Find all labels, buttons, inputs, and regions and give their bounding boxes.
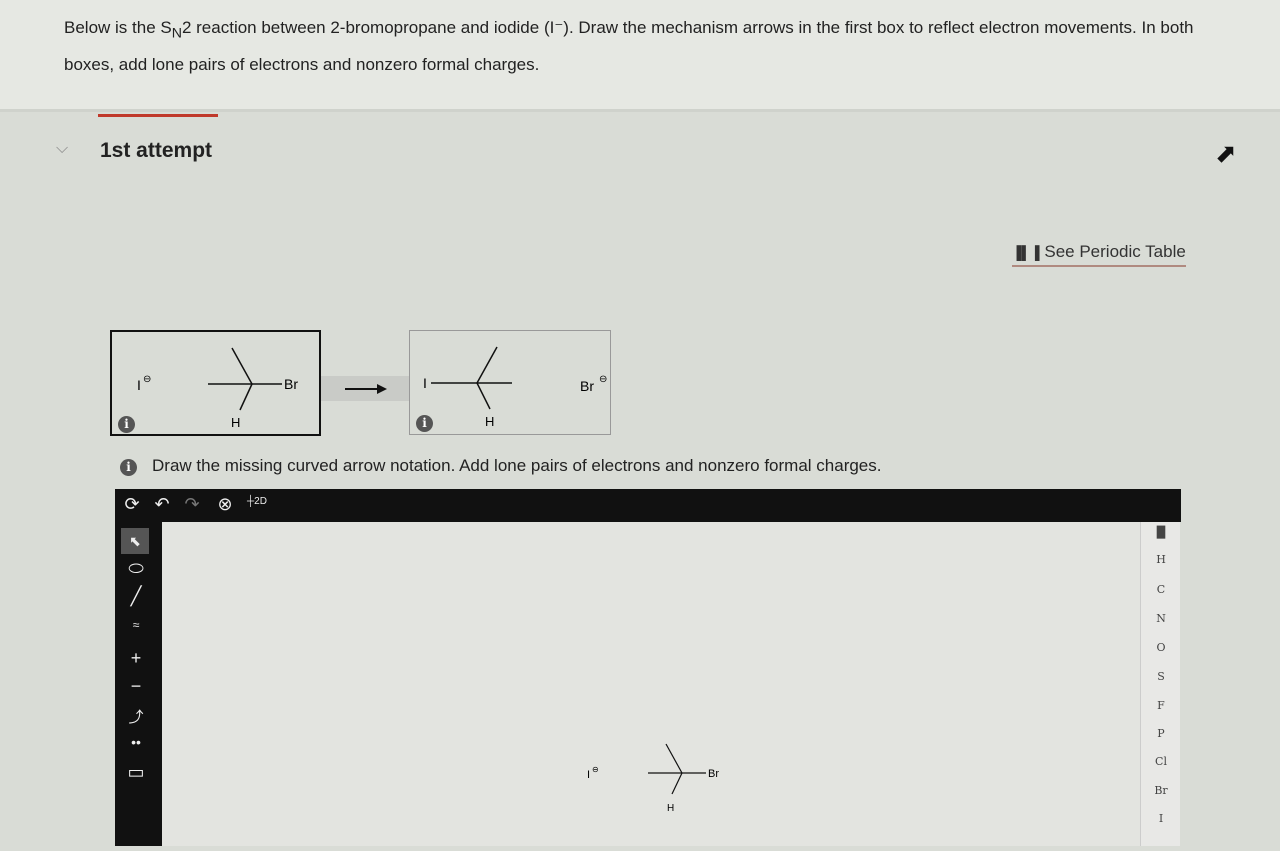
element-cl[interactable]: Cl bbox=[1141, 755, 1181, 768]
instruction-text: Draw the missing curved arrow notation. … bbox=[152, 456, 882, 475]
hydrogen-label: H bbox=[667, 803, 674, 814]
element-h[interactable]: H bbox=[1141, 553, 1181, 566]
element-n[interactable]: N bbox=[1141, 612, 1181, 625]
select-icon[interactable]: ⬉ bbox=[121, 528, 149, 554]
zoom-clear-icon[interactable]: ⊗ bbox=[210, 494, 240, 515]
redo-icon[interactable]: ↷ bbox=[177, 494, 207, 515]
element-c[interactable]: C bbox=[1141, 583, 1181, 596]
question-text-part: Below is the S bbox=[64, 18, 172, 37]
hydrogen-label: H bbox=[231, 415, 240, 430]
product-structure: I H Br ⊖ bbox=[423, 346, 607, 429]
see-periodic-table-link[interactable]: ▐▌▐ See Periodic Table bbox=[1012, 242, 1186, 267]
periodic-table-icon[interactable]: ▐▌ bbox=[1141, 526, 1181, 539]
bromide-label: Br bbox=[580, 378, 594, 394]
reactant-structure: I ⊖ Br H bbox=[137, 347, 298, 430]
attempt-title[interactable]: 1st attempt bbox=[100, 139, 212, 163]
charge-label: ⊖ bbox=[592, 765, 599, 774]
hydrogen-label: H bbox=[485, 414, 494, 429]
reaction-arrow bbox=[321, 376, 409, 401]
info-icon[interactable]: i bbox=[120, 459, 137, 476]
element-p[interactable]: P bbox=[1141, 727, 1181, 740]
iodide-label: I bbox=[137, 377, 141, 393]
element-br[interactable]: Br bbox=[1141, 784, 1181, 797]
info-icon[interactable]: i bbox=[416, 415, 433, 432]
bromine-label: Br bbox=[708, 768, 719, 780]
curved-arrow-icon[interactable]: ⤴ bbox=[121, 706, 151, 727]
minus-charge-icon[interactable]: − bbox=[121, 676, 151, 697]
rectangle-icon[interactable]: ▭ bbox=[121, 762, 151, 783]
attempt-indicator bbox=[98, 114, 218, 117]
undo-icon[interactable]: ↶ bbox=[147, 494, 177, 515]
bromine-label: Br bbox=[284, 376, 298, 392]
question-text-part: 2 reaction between 2-bromopropane and io… bbox=[64, 18, 1194, 75]
element-o[interactable]: O bbox=[1141, 641, 1181, 654]
canvas-structure: I ⊖ Br H bbox=[587, 743, 719, 814]
periodic-table-label: See Periodic Table bbox=[1044, 242, 1186, 261]
2d-icon[interactable]: ┼2D bbox=[242, 496, 272, 507]
periodic-table-icon: ▐▌▐ bbox=[1012, 245, 1040, 260]
lone-pair-icon[interactable]: •• bbox=[121, 734, 151, 750]
element-f[interactable]: F bbox=[1141, 699, 1181, 712]
charge-label: ⊖ bbox=[143, 374, 151, 385]
eraser-icon[interactable]: ⬭ bbox=[121, 558, 151, 579]
arrow-right-icon bbox=[345, 384, 387, 394]
drawing-canvas[interactable]: I ⊖ Br H bbox=[162, 522, 1140, 846]
editor-left-toolbar: ⬉ ⬭ ╱ ≈ + − ⤴ •• ▭ bbox=[115, 522, 162, 846]
plus-charge-icon[interactable]: + bbox=[121, 648, 151, 669]
iodine-label: I bbox=[423, 375, 427, 391]
product-box: I H Br ⊖ i bbox=[409, 330, 611, 435]
editor-top-toolbar: ⟳ ↶ ↷ ⊗ ┼2D bbox=[115, 489, 1181, 522]
iodide-label: I bbox=[587, 769, 590, 781]
bond-icon[interactable]: ╱ bbox=[121, 586, 151, 607]
element-s[interactable]: S bbox=[1141, 670, 1181, 683]
charge-label: ⊖ bbox=[599, 374, 607, 385]
info-icon[interactable]: i bbox=[118, 416, 135, 433]
chain-icon[interactable]: ≈ bbox=[121, 618, 151, 632]
reset-icon[interactable]: ⟳ bbox=[117, 494, 147, 515]
2d-label: 2D bbox=[254, 496, 267, 507]
reactant-box[interactable]: I ⊖ Br H i bbox=[110, 330, 321, 436]
question-text: Below is the SN2 reaction between 2-brom… bbox=[64, 12, 1224, 80]
chevron-down-icon[interactable]: ⌵ bbox=[56, 140, 68, 158]
element-i[interactable]: I bbox=[1141, 812, 1181, 825]
question-panel: Below is the SN2 reaction between 2-brom… bbox=[0, 0, 1280, 112]
question-subscript: N bbox=[171, 25, 182, 42]
pin-icon[interactable]: ⬈ bbox=[1215, 138, 1237, 169]
element-palette: ▐▌ H C N O S F P Cl Br I bbox=[1140, 522, 1180, 846]
